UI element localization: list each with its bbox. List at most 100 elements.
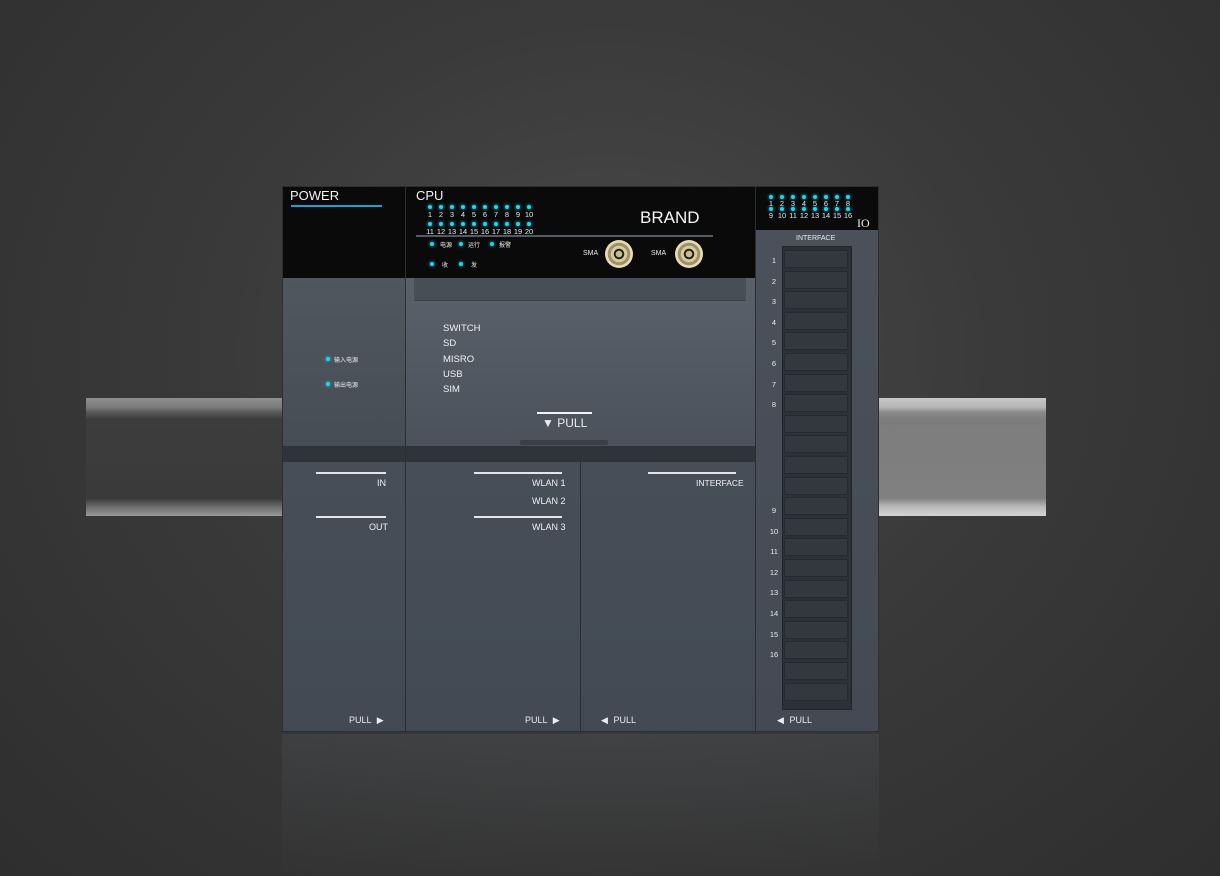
io-terminal-number: 11 bbox=[770, 547, 778, 557]
cpu-led bbox=[527, 222, 531, 226]
arrow-left-icon: ◀ bbox=[601, 715, 608, 725]
port-label: SWITCH bbox=[443, 323, 481, 334]
output-power-led bbox=[326, 382, 330, 386]
status-power-led bbox=[430, 242, 434, 246]
io-terminal-slot bbox=[784, 270, 848, 289]
cpu-led bbox=[527, 205, 531, 209]
sma-connector-right-icon[interactable] bbox=[675, 240, 703, 268]
cpu-led bbox=[439, 205, 443, 209]
door-pull-label: PULL bbox=[557, 416, 588, 430]
cpu-led bbox=[494, 205, 498, 209]
io-terminal-slot bbox=[784, 476, 848, 495]
interface-pull-label: PULL bbox=[613, 715, 636, 725]
cpu-led-number: 10 bbox=[524, 210, 534, 219]
out-line bbox=[316, 516, 386, 518]
interface-pull-button[interactable]: ◀ PULL bbox=[601, 715, 636, 726]
in-line bbox=[316, 472, 386, 474]
cpu-led bbox=[472, 222, 476, 226]
input-power-led bbox=[326, 357, 330, 361]
output-power-label: 输出电源 bbox=[334, 383, 359, 389]
cpu-led bbox=[494, 222, 498, 226]
wlan1-label: WLAN 1 bbox=[532, 478, 566, 488]
in-label: IN bbox=[377, 478, 386, 488]
din-rail-left bbox=[86, 398, 284, 516]
cpu-led bbox=[461, 222, 465, 226]
io-terminal-slot bbox=[784, 600, 848, 619]
cpu-door-notch bbox=[414, 278, 746, 301]
cpu-pull-label: PULL bbox=[525, 715, 548, 725]
cpu-led bbox=[505, 222, 509, 226]
cpu-led bbox=[505, 205, 509, 209]
cpu-led bbox=[450, 222, 454, 226]
io-terminal-number: 6 bbox=[771, 359, 777, 368]
cpu-led bbox=[472, 205, 476, 209]
sma-connector-left-icon[interactable] bbox=[605, 240, 633, 268]
cpu-led bbox=[516, 205, 520, 209]
io-terminal-slot bbox=[784, 559, 848, 577]
cpu-pull-button[interactable]: PULL ▶ bbox=[525, 715, 560, 726]
io-terminal-slot bbox=[784, 394, 848, 413]
io-terminal-slot bbox=[784, 435, 848, 454]
io-terminal-slot bbox=[784, 641, 848, 660]
io-terminal-number: 3 bbox=[771, 297, 777, 307]
door-pull-button[interactable]: ▼ PULL bbox=[542, 416, 587, 430]
power-pull-button[interactable]: PULL ▶ bbox=[349, 715, 384, 726]
power-divider bbox=[283, 446, 405, 462]
io-terminal-number: 8 bbox=[771, 400, 777, 410]
interface-label: INTERFACE bbox=[696, 478, 744, 488]
wlan2-label: WLAN 2 bbox=[532, 496, 566, 506]
cpu-led bbox=[428, 205, 432, 209]
brand-label: BRAND bbox=[640, 208, 700, 227]
io-terminal-number: 7 bbox=[771, 379, 777, 389]
io-terminal-slot bbox=[784, 682, 848, 701]
cpu-led bbox=[450, 205, 454, 209]
cpu-title: CPU bbox=[416, 188, 444, 203]
io-terminal-number: 12 bbox=[769, 567, 779, 577]
cpu-led-separator bbox=[416, 235, 713, 237]
port-label: SD bbox=[443, 338, 457, 350]
cpu-led bbox=[483, 222, 487, 226]
io-terminal-number: 13 bbox=[769, 588, 779, 598]
status-alarm-label: 报警 bbox=[499, 243, 512, 249]
arrow-right-icon: ▶ bbox=[376, 715, 384, 725]
io-terminal-number: 16 bbox=[769, 650, 779, 660]
wlan3-label: WLAN 3 bbox=[532, 522, 566, 532]
sma-right-label: SMA bbox=[651, 250, 667, 257]
cpu-led bbox=[428, 222, 432, 226]
io-pull-label: PULL bbox=[789, 715, 812, 725]
power-title: POWER bbox=[290, 188, 340, 203]
wlan3-line bbox=[474, 516, 562, 518]
io-terminal-slot bbox=[784, 332, 848, 351]
cpu-led bbox=[461, 205, 465, 209]
io-terminal-slot bbox=[784, 579, 848, 598]
io-terminal-slot bbox=[784, 538, 848, 557]
din-rail-right bbox=[876, 398, 1046, 516]
port-label: SIM bbox=[443, 384, 460, 396]
status-rx-led bbox=[430, 262, 434, 266]
cpu-divider bbox=[406, 446, 755, 462]
io-terminal-number: 4 bbox=[771, 317, 777, 327]
io-pull-button[interactable]: ◀ PULL bbox=[777, 715, 812, 726]
io-title: IO bbox=[857, 216, 870, 230]
input-power-label: 输入电源 bbox=[334, 358, 359, 364]
arrow-down-icon: ▼ bbox=[542, 416, 554, 430]
status-run-led bbox=[459, 242, 463, 246]
io-terminal-slot bbox=[784, 291, 848, 310]
door-pull-line bbox=[537, 412, 592, 414]
floor-reflection bbox=[282, 734, 879, 876]
io-interface-label: INTERFACE bbox=[796, 235, 836, 242]
port-label: USB bbox=[443, 368, 463, 380]
io-led-number: 16 bbox=[843, 211, 853, 220]
io-terminal-slot bbox=[784, 311, 848, 330]
io-terminal-slot bbox=[784, 662, 848, 680]
status-tx-led bbox=[459, 262, 463, 266]
io-terminal-number: 9 bbox=[771, 506, 777, 515]
wlan1-line bbox=[474, 472, 562, 474]
interface-line bbox=[648, 472, 736, 474]
status-run-label: 运行 bbox=[468, 243, 481, 249]
io-terminal-slot bbox=[784, 414, 848, 433]
io-terminal-number: 10 bbox=[769, 526, 779, 536]
status-power-label: 电源 bbox=[440, 243, 453, 249]
cpu-led bbox=[439, 222, 443, 226]
io-terminal-slot bbox=[784, 373, 848, 392]
